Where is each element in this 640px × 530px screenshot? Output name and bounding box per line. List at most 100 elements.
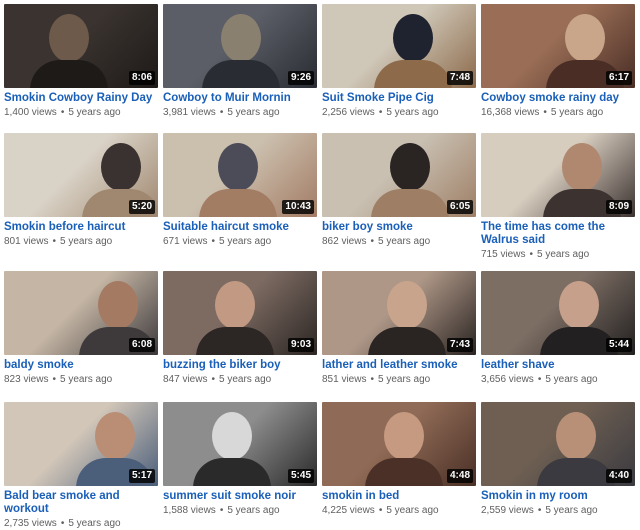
view-count: 862 views — [322, 236, 367, 247]
video-thumbnail[interactable]: 5:44 — [481, 271, 635, 355]
video-title-link[interactable]: Suit Smoke Pipe Cig — [322, 92, 476, 105]
video-thumbnail[interactable]: 5:20 — [4, 133, 158, 217]
video-thumbnail[interactable]: 6:08 — [4, 271, 158, 355]
video-card[interactable]: 5:45 summer suit smoke noir 1,588 views • 5 … — [163, 402, 317, 517]
video-thumbnail[interactable]: 6:17 — [481, 4, 635, 88]
view-count: 1,588 views — [163, 505, 216, 516]
video-duration: 7:48 — [446, 71, 473, 85]
video-title-link[interactable]: Smokin in my room — [481, 490, 635, 503]
video-duration: 7:43 — [446, 338, 473, 352]
video-card[interactable]: 9:03 buzzing the biker boy 847 views • 5 yea… — [163, 271, 317, 386]
video-thumbnail[interactable]: 4:48 — [322, 402, 476, 486]
upload-age: 5 years ago — [59, 236, 113, 247]
video-card[interactable]: 9:26 Cowboy to Muir Mornin 3,981 views • 5 y… — [163, 4, 317, 119]
video-title-link[interactable]: smokin in bed — [322, 490, 476, 503]
video-title-link[interactable]: summer suit smoke noir — [163, 490, 317, 503]
video-title-link[interactable]: leather shave — [481, 359, 635, 372]
upload-age: 5 years ago — [227, 107, 280, 118]
separator-dot: • — [370, 236, 374, 247]
thumbnail-figure-head — [215, 281, 255, 329]
separator-dot: • — [211, 236, 215, 247]
video-thumbnail[interactable]: 9:26 — [163, 4, 317, 88]
video-meta: 4,225 views • 5 years ago — [322, 505, 476, 517]
thumbnail-figure-head — [218, 143, 258, 191]
thumbnail-figure-head — [559, 281, 599, 329]
video-meta: 2,559 views • 5 years ago — [481, 505, 635, 517]
video-meta: 16,368 views • 5 years ago — [481, 107, 635, 119]
upload-age: 5 years ago — [386, 107, 439, 118]
thumbnail-figure-head — [49, 14, 89, 62]
video-title-link[interactable]: Cowboy to Muir Mornin — [163, 92, 317, 105]
video-title-link[interactable]: Cowboy smoke rainy day — [481, 92, 635, 105]
video-card[interactable]: 6:05 biker boy smoke 862 views • 5 years ago — [322, 133, 476, 248]
video-card[interactable]: 8:09 The time has come the Walrus said 715… — [481, 133, 635, 261]
video-duration: 4:40 — [605, 469, 632, 483]
separator-dot: • — [378, 505, 383, 516]
separator-dot: • — [211, 374, 215, 385]
thumbnail-figure-head — [384, 412, 424, 460]
thumbnail-figure-head — [387, 281, 427, 329]
separator-dot: • — [60, 518, 65, 529]
video-meta: 3,981 views • 5 years ago — [163, 107, 317, 119]
video-card[interactable]: 4:40 Smokin in my room 2,559 views • 5 years… — [481, 402, 635, 517]
video-duration: 5:44 — [605, 338, 632, 352]
upload-age: 5 years ago — [68, 518, 121, 529]
video-thumbnail[interactable]: 5:17 — [4, 402, 158, 486]
video-card[interactable]: 5:17 Bald bear smoke and workout 2,735 vie… — [4, 402, 158, 530]
upload-age: 5 years ago — [59, 374, 113, 385]
video-thumbnail[interactable]: 10:43 — [163, 133, 317, 217]
video-card[interactable]: 5:44 leather shave 3,656 views • 5 years ago — [481, 271, 635, 386]
thumbnail-figure-head — [221, 14, 261, 62]
video-title-link[interactable]: Suitable haircut smoke — [163, 221, 317, 234]
upload-age: 5 years ago — [218, 374, 272, 385]
view-count: 847 views — [163, 374, 208, 385]
video-thumbnail[interactable]: 8:09 — [481, 133, 635, 217]
upload-age: 5 years ago — [227, 505, 280, 516]
thumbnail-figure-head — [98, 281, 138, 329]
video-title-link[interactable]: biker boy smoke — [322, 221, 476, 234]
video-card[interactable]: 7:43 lather and leather smoke 851 views • 5 … — [322, 271, 476, 386]
video-title-link[interactable]: Bald bear smoke and workout — [4, 490, 158, 516]
video-meta: 1,588 views • 5 years ago — [163, 505, 317, 517]
upload-age: 5 years ago — [550, 107, 604, 118]
thumbnail-figure-head — [562, 143, 602, 191]
video-thumbnail[interactable]: 9:03 — [163, 271, 317, 355]
view-count: 4,225 views — [322, 505, 375, 516]
video-thumbnail[interactable]: 8:06 — [4, 4, 158, 88]
video-card[interactable]: 4:48 smokin in bed 4,225 views • 5 years ago — [322, 402, 476, 517]
video-title-link[interactable]: lather and leather smoke — [322, 359, 476, 372]
video-card[interactable]: 8:06 Smokin Cowboy Rainy Day 1,400 views • 5… — [4, 4, 158, 119]
video-thumbnail[interactable]: 7:43 — [322, 271, 476, 355]
video-card[interactable]: 7:48 Suit Smoke Pipe Cig 2,256 views • 5 yea… — [322, 4, 476, 119]
video-meta: 1,400 views • 5 years ago — [4, 107, 158, 119]
thumbnail-figure-head — [212, 412, 252, 460]
video-card[interactable]: 5:20 Smokin before haircut 801 views • 5 yea… — [4, 133, 158, 248]
upload-age: 5 years ago — [218, 236, 272, 247]
video-thumbnail[interactable]: 6:05 — [322, 133, 476, 217]
video-title-link[interactable]: baldy smoke — [4, 359, 158, 372]
thumbnail-figure-head — [565, 14, 605, 62]
video-duration: 8:09 — [605, 200, 632, 214]
video-duration: 9:03 — [287, 338, 314, 352]
video-duration: 10:43 — [282, 200, 314, 214]
view-count: 671 views — [163, 236, 208, 247]
video-meta: 847 views • 5 years ago — [163, 374, 317, 386]
video-grid: 8:06 Smokin Cowboy Rainy Day 1,400 views • 5… — [0, 0, 640, 529]
video-title-link[interactable]: buzzing the biker boy — [163, 359, 317, 372]
video-thumbnail[interactable]: 5:45 — [163, 402, 317, 486]
video-card[interactable]: 10:43 Suitable haircut smoke 671 views • 5 y… — [163, 133, 317, 248]
separator-dot: • — [219, 505, 224, 516]
video-title-link[interactable]: Smokin Cowboy Rainy Day — [4, 92, 158, 105]
video-duration: 9:26 — [287, 71, 314, 85]
video-title-link[interactable]: The time has come the Walrus said — [481, 221, 635, 247]
view-count: 2,256 views — [322, 107, 375, 118]
video-thumbnail[interactable]: 4:40 — [481, 402, 635, 486]
upload-age: 5 years ago — [68, 107, 121, 118]
video-duration: 5:20 — [128, 200, 155, 214]
video-card[interactable]: 6:17 Cowboy smoke rainy day 16,368 views • 5… — [481, 4, 635, 119]
video-thumbnail[interactable]: 7:48 — [322, 4, 476, 88]
separator-dot: • — [537, 374, 542, 385]
video-title-link[interactable]: Smokin before haircut — [4, 221, 158, 234]
video-duration: 8:06 — [128, 71, 155, 85]
video-card[interactable]: 6:08 baldy smoke 823 views • 5 years ago — [4, 271, 158, 386]
